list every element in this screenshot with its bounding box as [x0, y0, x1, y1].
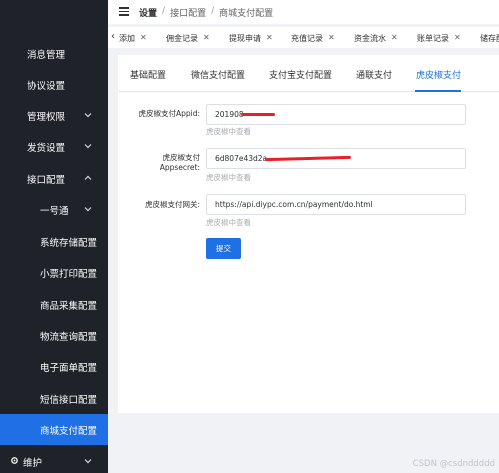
gateway-value: https://api.diypc.com.cn/payment/do.html	[215, 200, 373, 209]
watermark: CSDN @csdnddddd	[412, 459, 495, 469]
sidebar-item-label: 短信接口配置	[40, 394, 98, 406]
sidebar-item-label: 接口配置	[27, 174, 66, 186]
submit-button[interactable]: 提交	[206, 238, 241, 259]
breadcrumb-item: 商城支付配置	[219, 9, 274, 19]
close-icon[interactable]: ✕	[391, 33, 398, 44]
tag-label: 账单记录	[417, 34, 449, 43]
sidebar-item-label: 发货设置	[27, 142, 66, 154]
chevron-down-icon	[84, 111, 92, 120]
tag-item[interactable]: 充值记录 ✕	[291, 33, 335, 44]
sidebar-item-product-collect[interactable]: 商品采集配置	[0, 289, 108, 320]
sidebar-item-protocol[interactable]: 协议设置	[0, 69, 108, 100]
tag-label: 添加	[119, 34, 135, 43]
appid-value: 201908	[215, 110, 244, 119]
tag-item[interactable]: 账单记录 ✕	[417, 33, 461, 44]
tab-bar: 基础配置 微信支付配置 支付宝支付配置 通联支付 虎皮椒支付	[118, 55, 499, 92]
close-icon[interactable]: ✕	[454, 33, 461, 44]
sidebar-item-label: 协议设置	[27, 80, 66, 92]
sidebar: 消息管理 协议设置 管理权限 发货设置 接口配置 一号通 系统存储配置 小票打印…	[0, 0, 108, 473]
sidebar-item-label: 物流查询配置	[40, 331, 98, 343]
appid-helper: 虎皮椒中查看	[206, 127, 251, 136]
chevron-down-icon	[84, 142, 92, 151]
sidebar-item-mall-payment[interactable]: 商城支付配置	[0, 414, 108, 445]
sidebar-item-maintenance-wrap: 维护	[10, 455, 42, 469]
tab-active-indicator	[415, 90, 461, 92]
tag-label: 充值记录	[291, 34, 323, 43]
close-icon[interactable]: ✕	[266, 33, 273, 44]
appsecret-label-line1: 虎皮椒支付	[162, 153, 201, 162]
sidebar-item-label: 管理权限	[27, 111, 66, 123]
appsecret-helper: 虎皮椒中查看	[206, 173, 251, 182]
appsecret-value: 6d807e43d2a	[215, 154, 268, 163]
sidebar-item-yihaotong[interactable]: 一号通	[0, 194, 108, 225]
gateway-helper: 虎皮椒中查看	[206, 218, 251, 227]
tag-item[interactable]: 资金流水 ✕	[354, 33, 398, 44]
tab-allinpay[interactable]: 通联支付	[356, 68, 392, 81]
breadcrumb: 设置 / 接口配置 / 商城支付配置	[139, 6, 273, 19]
tag-item[interactable]: 添加 ✕	[119, 33, 147, 44]
tag-item[interactable]: 提现申请 ✕	[229, 33, 273, 44]
redaction-mark	[241, 113, 275, 116]
appid-label: 虎皮椒支付Appid:	[138, 109, 200, 118]
sidebar-item-permissions[interactable]: 管理权限	[0, 100, 108, 131]
tab-alipay[interactable]: 支付宝支付配置	[269, 68, 332, 81]
tab-basic-config[interactable]: 基础配置	[130, 68, 166, 81]
sidebar-item-storage-config[interactable]: 系统存储配置	[0, 226, 108, 257]
sidebar-item-label: 电子面单配置	[40, 362, 98, 374]
appsecret-label: 虎皮椒支付 Appsecret:	[134, 153, 200, 173]
sidebar-item-receipt-print[interactable]: 小票打印配置	[0, 257, 108, 288]
sidebar-item-label: 小票打印配置	[40, 268, 98, 280]
sidebar-item-sms[interactable]: 短信接口配置	[0, 383, 108, 414]
sidebar-item-messages[interactable]: 消息管理	[0, 38, 108, 69]
chevron-down-icon	[84, 457, 92, 466]
tag-label: 资金流水	[354, 34, 386, 43]
sidebar-item-label: 商城支付配置	[40, 425, 98, 437]
breadcrumb-item[interactable]: 接口配置	[170, 6, 206, 19]
sidebar-item-label: 一号通	[40, 205, 69, 217]
close-icon[interactable]: ✕	[328, 33, 335, 44]
hamburger-menu-icon[interactable]	[119, 7, 129, 16]
sidebar-item-label: 系统存储配置	[40, 237, 98, 249]
appsecret-label-line2: Appsecret:	[159, 163, 200, 172]
tag-item[interactable]: 储存配	[480, 33, 499, 44]
payment-config-card: 基础配置 微信支付配置 支付宝支付配置 通联支付 虎皮椒支付 虎皮椒支付Appi…	[118, 55, 499, 413]
sidebar-item-shipping[interactable]: 发货设置	[0, 131, 108, 162]
tag-label: 佣金记录	[166, 34, 198, 43]
gateway-label: 虎皮椒支付网关:	[144, 200, 200, 209]
sidebar-item-interface-config[interactable]: 接口配置	[0, 163, 108, 194]
sidebar-item-label: 商品采集配置	[40, 300, 98, 312]
chevron-up-icon	[84, 174, 92, 183]
sidebar-item-maintenance[interactable]: 维护	[0, 446, 108, 473]
tags-view-bar: ‹ 添加 ✕ 佣金记录 ✕ 提现申请 ✕ 充值记录 ✕ 资金流水 ✕ 账单记录 ✕ 储存配	[108, 27, 499, 48]
sidebar-item-e-waybill[interactable]: 电子面单配置	[0, 351, 108, 382]
top-header: 设置 / 接口配置 / 商城支付配置	[108, 0, 499, 24]
sidebar-item-label: 消息管理	[27, 49, 66, 61]
tab-wechat-pay[interactable]: 微信支付配置	[191, 68, 245, 81]
chevron-down-icon	[84, 205, 92, 214]
gateway-input[interactable]: https://api.diypc.com.cn/payment/do.html	[206, 194, 466, 215]
close-icon[interactable]: ✕	[140, 33, 147, 44]
tag-label: 提现申请	[229, 34, 261, 43]
breadcrumb-separator: /	[211, 6, 215, 16]
sidebar-item-label: 维护	[23, 457, 43, 469]
gear-icon	[10, 456, 19, 468]
tag-label: 储存配	[480, 34, 499, 43]
close-icon[interactable]: ✕	[203, 33, 210, 44]
sidebar-item-logistics[interactable]: 物流查询配置	[0, 320, 108, 351]
chevron-left-icon[interactable]: ‹	[111, 31, 115, 42]
breadcrumb-item[interactable]: 设置	[139, 6, 157, 19]
tab-xunhupay[interactable]: 虎皮椒支付	[416, 68, 461, 81]
tag-item[interactable]: 佣金记录 ✕	[166, 33, 210, 44]
breadcrumb-separator: /	[162, 6, 166, 16]
